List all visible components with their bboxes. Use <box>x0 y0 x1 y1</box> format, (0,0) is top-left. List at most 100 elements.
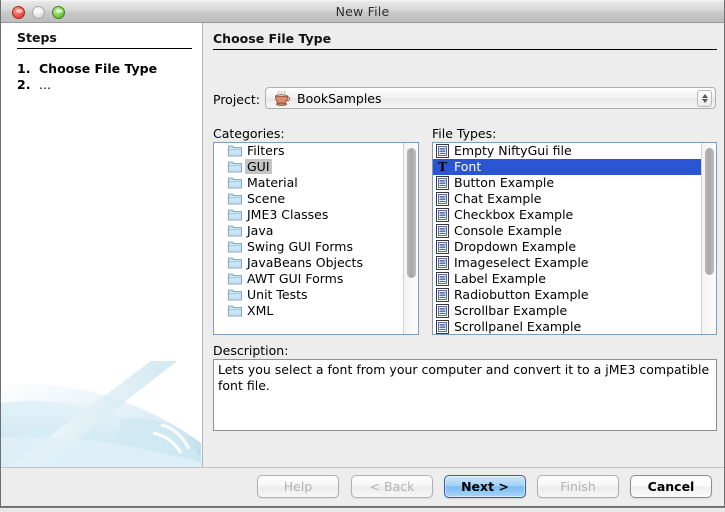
file-type-list-item[interactable]: Chat Example <box>433 191 701 207</box>
folder-icon <box>228 225 242 237</box>
file-type-list-item[interactable]: Imageselect Example <box>433 255 701 271</box>
file-type-label: Radiobutton Example <box>454 287 589 302</box>
category-label: Material <box>247 175 298 190</box>
category-label: JavaBeans Objects <box>247 255 363 270</box>
step-item-2: 2.... <box>17 77 51 92</box>
file-type-list-item[interactable]: Button Example <box>433 175 701 191</box>
folder-icon <box>228 193 242 205</box>
folder-icon <box>228 273 242 285</box>
file-types-scrollbar[interactable] <box>701 143 716 334</box>
font-t-icon: T <box>436 160 449 174</box>
category-list-item[interactable]: Swing GUI Forms <box>214 239 403 255</box>
category-label: Java <box>247 223 273 238</box>
file-type-list-item[interactable]: Console Example <box>433 223 701 239</box>
new-file-dialog-window: New File Steps 1.Choose File Type 2.... <box>0 0 725 507</box>
file-types-listbox[interactable]: Empty NiftyGui fileTFontButton ExampleCh… <box>432 142 717 335</box>
window-title: New File <box>1 4 724 19</box>
categories-list-items: FiltersGUIMaterialSceneJME3 ClassesJavaS… <box>214 143 403 334</box>
category-list-item[interactable]: Scene <box>214 191 403 207</box>
category-list-item[interactable]: Material <box>214 175 403 191</box>
step-item-1: 1.Choose File Type <box>17 61 157 76</box>
steps-heading-divider <box>17 48 192 49</box>
file-type-label: Scrollbar Example <box>454 303 567 318</box>
xml-document-icon <box>436 144 449 158</box>
category-label: GUI <box>245 159 272 174</box>
folder-icon <box>228 305 242 317</box>
steps-pane: Steps 1.Choose File Type 2.... <box>1 23 203 467</box>
project-label: Project: <box>213 92 260 107</box>
category-list-item[interactable]: AWT GUI Forms <box>214 271 403 287</box>
chevron-up-icon <box>702 94 708 98</box>
category-list-item[interactable]: Filters <box>214 143 403 159</box>
file-type-list-item[interactable]: Label Example <box>433 271 701 287</box>
dialog-button-bar: Help < Back Next > Finish Cancel <box>1 467 725 506</box>
next-button[interactable]: Next > <box>444 475 526 498</box>
xml-document-icon <box>436 288 449 302</box>
file-type-label: Chat Example <box>454 191 541 206</box>
project-combobox-stepper[interactable] <box>697 90 712 107</box>
file-types-label: File Types: <box>432 126 496 141</box>
category-label: AWT GUI Forms <box>247 271 343 286</box>
category-label: Swing GUI Forms <box>247 239 353 254</box>
step-1-label: Choose File Type <box>39 61 157 76</box>
description-text: Lets you select a font from your compute… <box>218 362 712 394</box>
file-type-list-item[interactable]: Checkbox Example <box>433 207 701 223</box>
description-box: Lets you select a font from your compute… <box>213 359 717 431</box>
category-label: JME3 Classes <box>247 207 328 222</box>
file-types-scrollbar-thumb[interactable] <box>705 148 714 275</box>
cancel-button[interactable]: Cancel <box>630 475 712 498</box>
step-2-number: 2. <box>17 77 39 92</box>
category-label: Filters <box>247 143 284 158</box>
file-type-list-item[interactable]: Radiobutton Example <box>433 287 701 303</box>
main-pane: Choose File Type Project: BookSam <box>204 23 725 467</box>
file-types-list-items: Empty NiftyGui fileTFontButton ExampleCh… <box>433 143 701 334</box>
xml-document-icon <box>436 176 449 190</box>
steps-heading: Steps <box>17 30 57 45</box>
category-list-item[interactable]: Unit Tests <box>214 287 403 303</box>
title-bar[interactable]: New File <box>1 0 724 23</box>
xml-document-icon <box>436 304 449 318</box>
folder-icon <box>228 241 242 253</box>
page-title-divider <box>213 49 717 50</box>
xml-document-icon <box>436 224 449 238</box>
file-type-list-item[interactable]: Dropdown Example <box>433 239 701 255</box>
file-type-label: Button Example <box>454 175 554 190</box>
step-2-label: ... <box>39 77 51 92</box>
file-type-list-item[interactable]: Scrollpanel Example <box>433 319 701 334</box>
categories-label: Categories: <box>213 126 285 141</box>
dialog-content: Steps 1.Choose File Type 2.... <box>1 23 724 506</box>
folder-icon <box>228 257 242 269</box>
category-list-item[interactable]: JavaBeans Objects <box>214 255 403 271</box>
project-combobox[interactable]: BookSamples <box>265 87 716 109</box>
desktop-strip <box>0 507 725 512</box>
xml-document-icon <box>436 256 449 270</box>
file-type-list-item[interactable]: Empty NiftyGui file <box>433 143 701 159</box>
file-type-label: Scrollpanel Example <box>454 319 581 334</box>
file-type-label: Console Example <box>454 223 562 238</box>
help-button[interactable]: Help <box>257 475 339 498</box>
folder-icon <box>228 289 242 301</box>
folder-icon <box>228 145 242 157</box>
file-type-list-item[interactable]: TFont <box>433 159 701 175</box>
categories-scrollbar[interactable] <box>403 143 418 334</box>
category-label: Scene <box>247 191 285 206</box>
file-type-list-item[interactable]: Scrollbar Example <box>433 303 701 319</box>
categories-scrollbar-thumb[interactable] <box>407 148 416 278</box>
decorative-swoosh-graphic <box>1 347 203 467</box>
file-type-label: Empty NiftyGui file <box>454 143 572 158</box>
category-list-item[interactable]: Java <box>214 223 403 239</box>
file-type-label: Label Example <box>454 271 546 286</box>
back-button[interactable]: < Back <box>351 475 433 498</box>
category-list-item[interactable]: XML <box>214 303 403 319</box>
xml-document-icon <box>436 272 449 286</box>
categories-listbox[interactable]: FiltersGUIMaterialSceneJME3 ClassesJavaS… <box>213 142 419 335</box>
folder-icon <box>228 209 242 221</box>
finish-button[interactable]: Finish <box>537 475 619 498</box>
file-type-label: Checkbox Example <box>454 207 573 222</box>
coffee-cup-icon <box>274 91 291 106</box>
xml-document-icon <box>436 208 449 222</box>
project-selected-value: BookSamples <box>297 91 382 107</box>
category-list-item[interactable]: JME3 Classes <box>214 207 403 223</box>
category-list-item[interactable]: GUI <box>214 159 403 175</box>
category-label: XML <box>247 303 273 318</box>
